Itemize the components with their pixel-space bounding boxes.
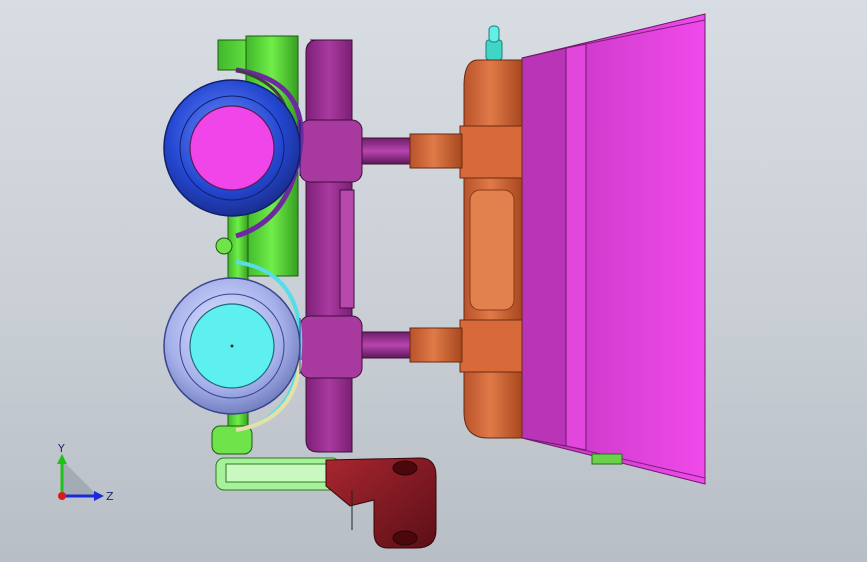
lower-shaft[interactable] xyxy=(359,327,463,363)
orange-block[interactable] xyxy=(459,59,523,439)
y-axis-arrowhead xyxy=(57,454,67,464)
cyan-pin[interactable] xyxy=(485,25,503,61)
darkred-clamp[interactable] xyxy=(325,457,437,549)
blue-bearing[interactable] xyxy=(163,79,301,217)
y-axis-label: Y xyxy=(57,442,65,455)
purple-plate[interactable] xyxy=(299,39,363,453)
z-axis-label: Z xyxy=(106,490,114,503)
axis-triad: Y Z xyxy=(57,442,114,503)
upper-shaft[interactable] xyxy=(359,133,463,169)
cad-model-viewport[interactable] xyxy=(0,0,867,562)
green-bottom-bar[interactable] xyxy=(215,457,341,491)
x-axis-origin xyxy=(58,492,66,500)
magenta-plate[interactable] xyxy=(521,13,706,485)
z-axis-arrowhead xyxy=(94,491,104,501)
lightblue-bearing[interactable] xyxy=(163,277,301,415)
